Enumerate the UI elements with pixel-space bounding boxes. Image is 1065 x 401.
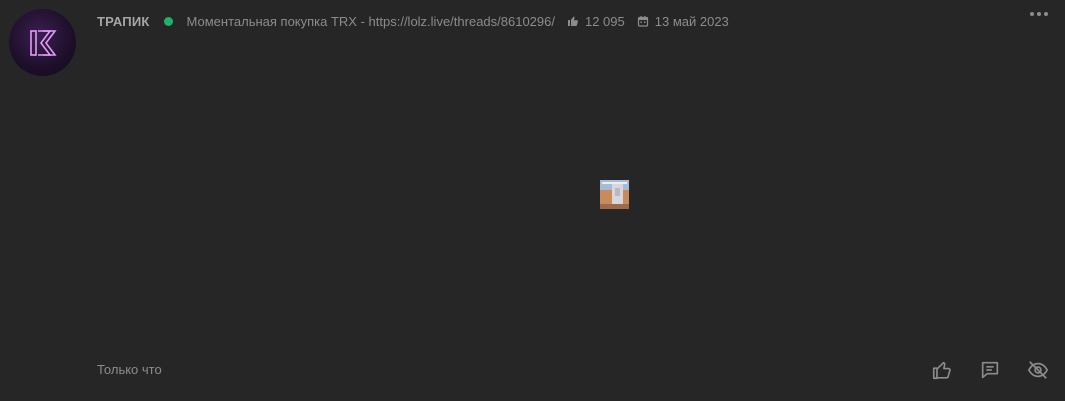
likes-count: 12 095 (584, 13, 625, 29)
username[interactable]: ТРАПИК (97, 14, 150, 29)
status-message: Моментальная покупка TRX - https://lolz.… (186, 13, 555, 29)
menu-dot (1037, 12, 1041, 16)
register-date-stat: 13 май 2023 (637, 14, 729, 29)
image-thumbnail (600, 180, 629, 209)
comment-icon (981, 361, 999, 379)
hide-button[interactable] (1026, 358, 1050, 382)
menu-dot (1030, 12, 1034, 16)
calendar-icon (637, 16, 648, 27)
post-actions (930, 358, 1050, 382)
online-status-icon (163, 16, 173, 26)
post-time: Только что (97, 362, 162, 377)
like-button[interactable] (930, 358, 954, 382)
avatar[interactable] (9, 9, 76, 76)
logo-k-icon (29, 29, 57, 56)
thumbs-up-icon (567, 16, 578, 26)
register-date: 13 май 2023 (654, 13, 729, 29)
more-dots-icon[interactable] (1030, 12, 1048, 16)
eye-off-icon (1027, 361, 1049, 379)
post-image[interactable] (600, 180, 629, 209)
like-icon (932, 361, 951, 380)
likes-stat: 12 095 (567, 14, 625, 29)
post-header: ТРАПИК Моментальная покупка TRX - https:… (97, 13, 729, 29)
menu-dot (1044, 12, 1048, 16)
profile-post: ТРАПИК Моментальная покупка TRX - https:… (0, 0, 1065, 401)
comment-button[interactable] (978, 358, 1002, 382)
